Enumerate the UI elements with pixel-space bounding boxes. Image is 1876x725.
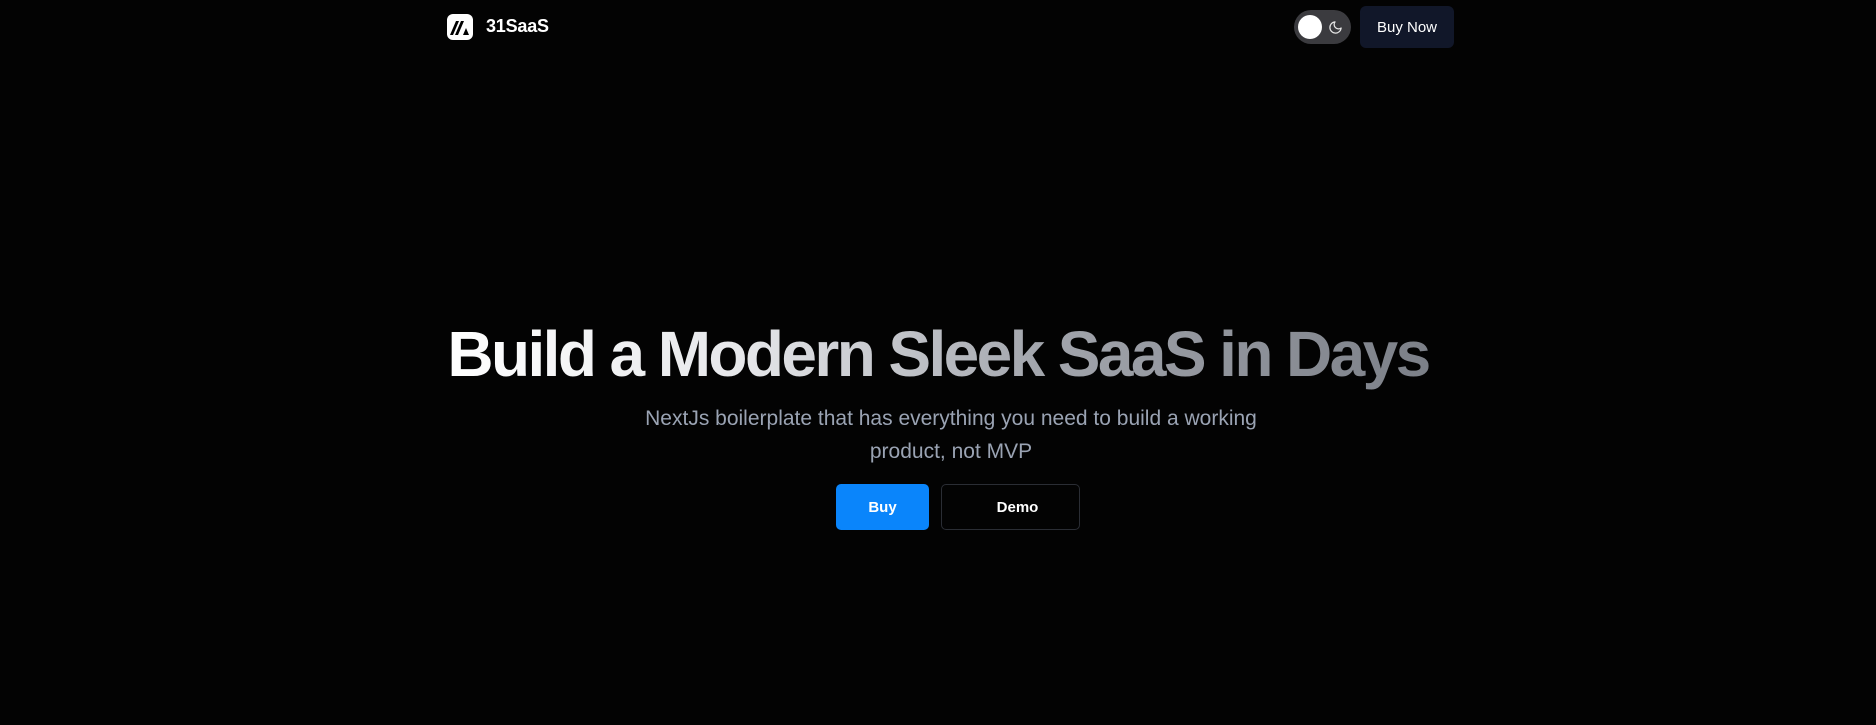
buy-now-button[interactable]: Buy Now [1360, 6, 1454, 48]
moon-icon [1329, 21, 1342, 34]
hero-subtitle: NextJs boilerplate that has everything y… [618, 402, 1284, 468]
landing-page: 31SaaS Buy Now Build a Modern Sleek SaaS… [0, 0, 1876, 725]
brand-logo-icon [447, 13, 473, 40]
site-header: 31SaaS Buy Now [0, 0, 1876, 54]
toggle-knob [1298, 15, 1322, 39]
theme-toggle[interactable] [1294, 10, 1351, 44]
demo-button[interactable]: Demo [941, 484, 1080, 530]
buy-button[interactable]: Buy [836, 484, 929, 530]
hero-subtitle-line1: NextJs boilerplate that has everything y… [645, 407, 1257, 430]
hero-subtitle-line2: product, not MVP [869, 440, 1033, 463]
cta-row: Buy Demo [836, 484, 1080, 530]
hero-title-text: Build a Modern Sleek SaaS in Days [447, 318, 1431, 390]
brand-link[interactable]: 31SaaS [447, 13, 549, 40]
hero-title: Build a Modern Sleek SaaS in Days [0, 318, 1876, 390]
brand-name: 31SaaS [486, 16, 549, 36]
